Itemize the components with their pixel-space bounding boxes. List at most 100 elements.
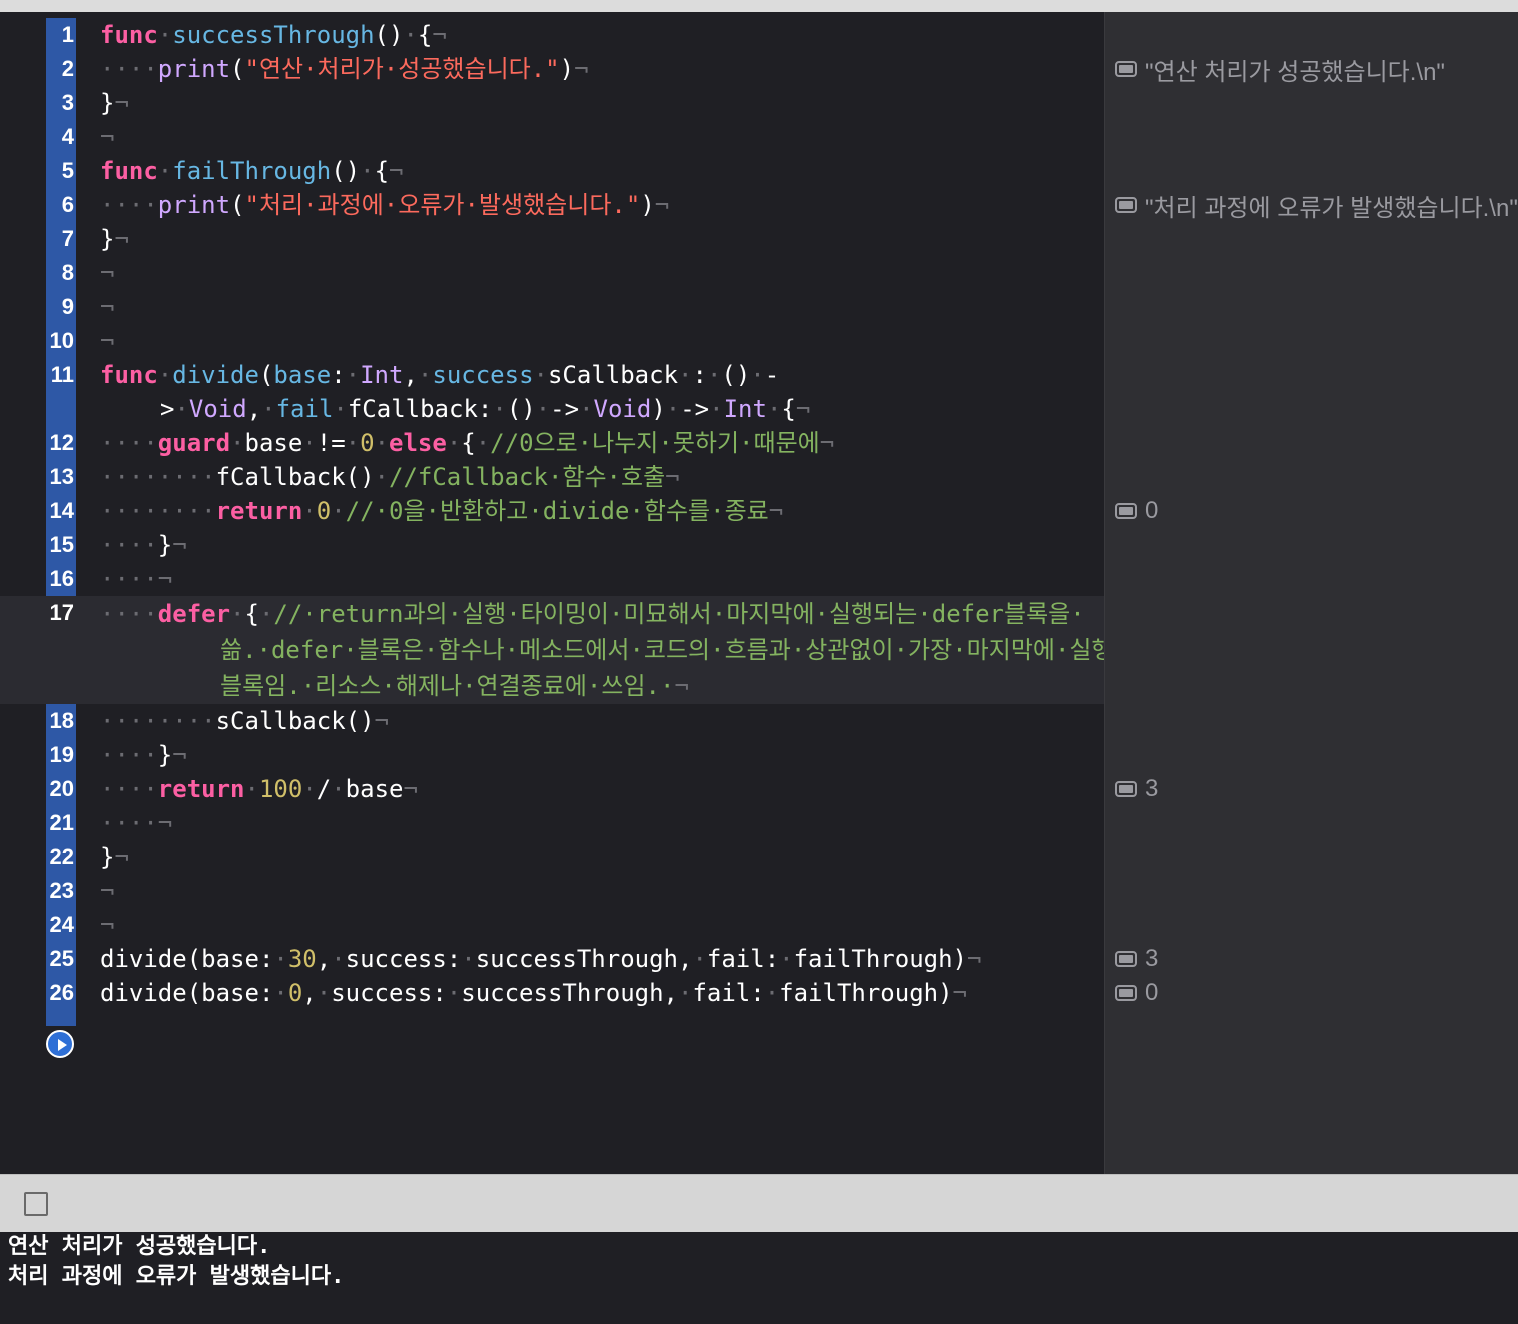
code-line[interactable]: 6 ····print("처리·과정에·오류가·발생했습니다.")¬ — [0, 188, 1104, 222]
code-token: sCallback — [547, 361, 679, 389]
code-token: successThrough, — [461, 979, 678, 1007]
code-token: //·0을·반환하고·divide·함수를·종료 — [345, 497, 769, 525]
code-token: · — [692, 945, 707, 973]
code-text: }¬ — [100, 86, 1060, 120]
run-button[interactable] — [46, 1030, 74, 1058]
code-token: ···· — [100, 191, 158, 219]
code-editor[interactable]: 1 func·successThrough()·{¬ 2 ····print("연산·… — [0, 12, 1104, 1174]
code-line[interactable]: 19 ····}¬ — [0, 738, 1104, 772]
quick-look-icon[interactable] — [1115, 951, 1137, 967]
line-number[interactable]: 21 — [46, 806, 74, 840]
code-line[interactable]: 15 ····}¬ — [0, 528, 1104, 562]
code-token: · — [244, 775, 259, 803]
code-token: 0 — [287, 979, 303, 1007]
line-number[interactable]: 15 — [46, 528, 74, 562]
line-number[interactable]: 9 — [46, 290, 74, 324]
code-line[interactable]: 12 ····guard·base·!=·0·else·{·//0으로·나누지·못… — [0, 426, 1104, 460]
code-line[interactable]: 10 ¬ — [0, 324, 1104, 358]
code-line[interactable]: 5 func·failThrough()·{¬ — [0, 154, 1104, 188]
line-number[interactable]: 20 — [46, 772, 74, 806]
line-number[interactable]: 24 — [46, 908, 74, 942]
code-text: ¬ — [100, 256, 1060, 290]
console-line-2: 처리 과정에 오류가 발생했습니다. — [8, 1264, 345, 1289]
code-token: Int — [723, 395, 767, 423]
code-token: success: — [331, 979, 447, 1007]
code-line[interactable]: 11 func·divide(base:·Int,·success·sCallba… — [0, 358, 1104, 426]
line-number[interactable]: 6 — [46, 188, 74, 222]
line-number[interactable]: 14 — [46, 494, 74, 528]
code-token: · — [750, 361, 765, 389]
code-token: ¬ — [403, 775, 418, 803]
code-token: ¬ — [172, 531, 187, 559]
code-line[interactable]: 14 ········return·0·//·0을·반환하고·divide·함수를… — [0, 494, 1104, 528]
code-line[interactable]: 22}¬ — [0, 840, 1104, 874]
code-line[interactable]: 21 ····¬ — [0, 806, 1104, 840]
quick-look-icon[interactable] — [1115, 985, 1137, 1001]
code-token: } — [100, 225, 115, 253]
code-line[interactable]: 9 ¬ — [0, 290, 1104, 324]
code-line[interactable]: 24 ¬ — [0, 908, 1104, 942]
line-number[interactable]: 26 — [46, 976, 74, 1010]
code-token: ( — [230, 55, 245, 83]
quick-look-icon[interactable] — [1115, 781, 1137, 797]
code-token: 100 — [258, 775, 303, 803]
line-number[interactable]: 23 — [46, 874, 74, 908]
result-entry[interactable]: "처리 과정에 오류가 발생했습니다.\n" — [1115, 188, 1518, 222]
code-token: { — [374, 157, 390, 185]
result-entry[interactable]: 3 — [1115, 942, 1158, 976]
code-token: divide — [172, 361, 259, 389]
code-token: } — [100, 843, 115, 871]
code-line[interactable]: 16 ····¬ — [0, 562, 1104, 596]
line-number[interactable]: 18 — [46, 704, 74, 738]
code-text: ····}¬ — [100, 528, 1060, 562]
code-line[interactable]: 26 divide(base:·0,·success:·successThroug… — [0, 976, 1104, 1010]
quick-look-icon[interactable] — [1115, 197, 1137, 213]
code-token: ) — [651, 395, 666, 423]
code-line[interactable]: 20 ····return·100·/·base¬ — [0, 772, 1104, 806]
code-token: · — [579, 395, 594, 423]
result-entry[interactable]: 0 — [1115, 494, 1158, 528]
code-token: · — [230, 600, 245, 628]
code-line[interactable]: 1 func·successThrough()·{¬ — [0, 18, 1104, 52]
code-token: { — [461, 429, 476, 457]
code-line[interactable]: 3 }¬ — [0, 86, 1104, 120]
line-number[interactable]: 5 — [46, 154, 74, 188]
code-text: ········fCallback()·//fCallback·함수·호출¬ — [100, 460, 1060, 494]
line-number[interactable]: 11 — [46, 358, 74, 392]
console-toggle-checkbox[interactable] — [24, 1192, 48, 1216]
line-number[interactable]: 8 — [46, 256, 74, 290]
code-line[interactable]: 7}¬ — [0, 222, 1104, 256]
result-entry[interactable]: 0 — [1115, 976, 1158, 1010]
line-number[interactable]: 22 — [46, 840, 74, 874]
code-token: ¬ — [665, 463, 680, 491]
line-number[interactable]: 2 — [46, 52, 74, 86]
code-text: ····¬ — [100, 806, 1060, 840]
result-value: 3 — [1145, 775, 1159, 802]
line-number[interactable]: 4 — [46, 120, 74, 154]
code-token: { — [244, 600, 259, 628]
line-number[interactable]: 7 — [46, 222, 74, 256]
code-line[interactable]: 23 ¬ — [0, 874, 1104, 908]
quick-look-icon[interactable] — [1115, 61, 1137, 77]
line-number[interactable]: 19 — [46, 738, 74, 772]
line-number[interactable]: 25 — [46, 942, 74, 976]
code-line[interactable]: 13 ········fCallback()·//fCallback·함수·호출¬ — [0, 460, 1104, 494]
line-number[interactable]: 12 — [46, 426, 74, 460]
line-number[interactable]: 17 — [46, 596, 74, 630]
line-number[interactable]: 13 — [46, 460, 74, 494]
line-number[interactable]: 1 — [46, 18, 74, 52]
quick-look-icon[interactable] — [1115, 503, 1137, 519]
console-line-1: 연산 처리가 성공했습니다. — [8, 1234, 271, 1259]
code-line[interactable]: 8 ¬ — [0, 256, 1104, 290]
result-entry[interactable]: 3 — [1115, 772, 1158, 806]
code-line[interactable]: 17 ····defer·{·//·return과의·실행·타이밍이·미묘해서·마… — [0, 596, 1104, 704]
result-entry[interactable]: "연산 처리가 성공했습니다.\n" — [1115, 52, 1445, 86]
code-line[interactable]: 2 ····print("연산·처리가·성공했습니다.")¬ — [0, 52, 1104, 86]
line-number[interactable]: 3 — [46, 86, 74, 120]
code-token: · — [273, 979, 288, 1007]
code-line[interactable]: 25 divide(base:·30,·success:·successThrou… — [0, 942, 1104, 976]
code-line[interactable]: 18 ········sCallback()¬ — [0, 704, 1104, 738]
line-number[interactable]: 10 — [46, 324, 74, 358]
code-line[interactable]: 4 ¬ — [0, 120, 1104, 154]
line-number[interactable]: 16 — [46, 562, 74, 596]
